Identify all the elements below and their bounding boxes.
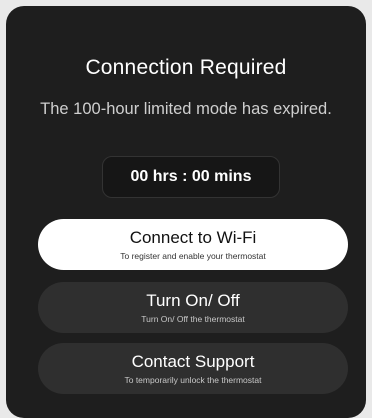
contact-support-button[interactable]: Contact Support To temporarily unlock th…	[38, 343, 348, 394]
turn-on-off-sublabel: Turn On/ Off the thermostat	[141, 313, 245, 324]
contact-support-label: Contact Support	[131, 351, 255, 371]
connect-wifi-button[interactable]: Connect to Wi-Fi To register and enable …	[38, 219, 348, 270]
turn-on-off-label: Turn On/ Off	[146, 290, 240, 310]
contact-support-sublabel: To temporarily unlock the thermostat	[124, 374, 262, 385]
turn-on-off-button[interactable]: Turn On/ Off Turn On/ Off the thermostat	[38, 282, 348, 333]
remaining-time-text: 00 hrs : 00 mins	[130, 168, 252, 185]
remaining-time-display: 00 hrs : 00 mins	[102, 156, 280, 198]
connect-wifi-label: Connect to Wi-Fi	[129, 227, 257, 247]
connection-required-dialog: Connection Required The 100-hour limited…	[6, 6, 366, 418]
connect-wifi-sublabel: To register and enable your thermostat	[120, 250, 266, 261]
dialog-message: The 100-hour limited mode has expired.	[40, 100, 332, 118]
dialog-title: Connection Required	[85, 56, 287, 79]
